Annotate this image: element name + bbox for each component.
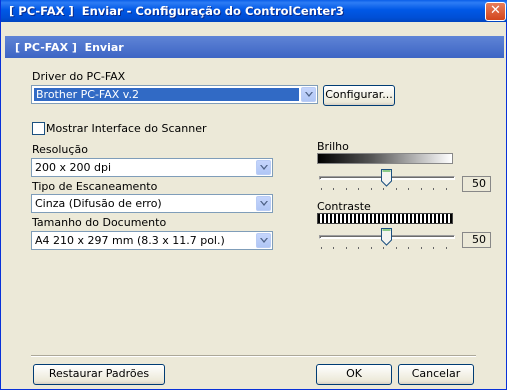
close-button[interactable]: ✕ <box>485 2 506 21</box>
brightness-preview-bar <box>317 153 453 164</box>
configure-button[interactable]: Configurar... <box>323 85 395 106</box>
document-size-label: Tamanho do Documento <box>32 216 167 229</box>
driver-select[interactable]: Brother PC-FAX v.2 <box>31 85 318 104</box>
chevron-down-icon[interactable] <box>256 196 271 211</box>
contrast-label: Contraste <box>317 200 371 213</box>
section-header: [ PC-FAX ] Enviar <box>5 36 504 58</box>
document-size-select[interactable]: A4 210 x 297 mm (8.3 x 11.7 pol.) <box>31 231 273 250</box>
contrast-value: 50 <box>462 232 491 248</box>
resolution-select[interactable]: 200 x 200 dpi <box>31 158 273 177</box>
resolution-select-value: 200 x 200 dpi <box>35 161 112 174</box>
resolution-label: Resolução <box>32 143 88 156</box>
close-icon: ✕ <box>490 3 501 18</box>
dialog-window: [ PC-FAX ] Enviar - Configuração do Cont… <box>0 0 507 390</box>
chevron-down-icon[interactable] <box>256 160 271 175</box>
footer-divider <box>31 355 476 357</box>
title-bar[interactable]: [ PC-FAX ] Enviar - Configuração do Cont… <box>1 0 507 22</box>
scanner-interface-checkbox[interactable] <box>32 122 45 135</box>
scan-type-label: Tipo de Escaneamento <box>32 180 158 193</box>
chevron-down-icon[interactable] <box>301 87 316 102</box>
brightness-slider-thumb[interactable] <box>381 169 392 187</box>
brightness-ticks <box>321 188 455 191</box>
brightness-label: Brilho <box>317 140 349 153</box>
contrast-ticks <box>321 247 455 250</box>
document-size-select-value: A4 210 x 297 mm (8.3 x 11.7 pol.) <box>35 234 225 247</box>
restore-defaults-button[interactable]: Restaurar Padrões <box>33 364 165 385</box>
ok-button[interactable]: OK <box>316 364 392 385</box>
scan-type-select[interactable]: Cinza (Difusão de erro) <box>31 194 273 213</box>
window-title: [ PC-FAX ] Enviar - Configuração do Cont… <box>9 4 344 18</box>
driver-label: Driver do PC-FAX <box>32 70 126 83</box>
contrast-preview-bar <box>317 213 453 224</box>
scan-type-select-value: Cinza (Difusão de erro) <box>35 197 162 210</box>
driver-select-value: Brother PC-FAX v.2 <box>34 88 299 101</box>
brightness-value: 50 <box>462 176 491 192</box>
cancel-button[interactable]: Cancelar <box>398 364 474 385</box>
chevron-down-icon[interactable] <box>256 233 271 248</box>
contrast-slider-thumb[interactable] <box>381 228 392 246</box>
scanner-interface-label: Mostrar Interface do Scanner <box>46 122 207 135</box>
